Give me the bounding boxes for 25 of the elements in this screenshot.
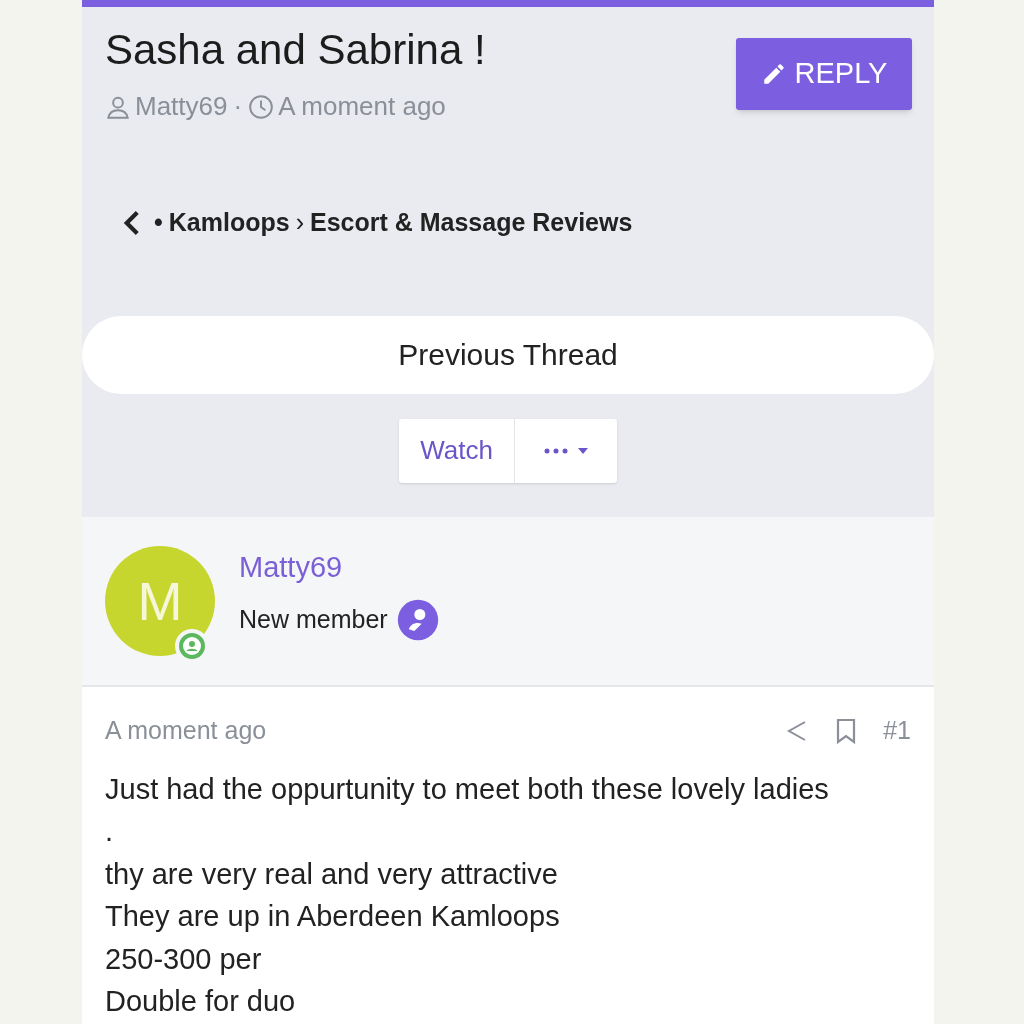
post-text-line: 250-300 per [105, 941, 263, 977]
post-time: A moment ago [278, 90, 446, 123]
previous-thread-button[interactable]: Previous Thread [82, 315, 934, 394]
reply-button[interactable]: REPLY [736, 38, 912, 110]
clock-icon [248, 93, 275, 120]
caret-icon [578, 447, 588, 454]
post-text-line: . [105, 814, 115, 849]
post-number-link[interactable]: #1 [883, 712, 911, 750]
separator-dot: · [233, 90, 243, 123]
more-icon [544, 447, 568, 454]
post-text-line: Just had the oppurtunity to meet both these lovely ladies [105, 771, 830, 807]
breadcrumb-link[interactable]: Escort & Massage Reviews [309, 204, 633, 242]
username-link[interactable]: Matty69 [239, 546, 440, 590]
post-text-line: thy are very real and very attractive [105, 856, 559, 892]
post-text-line: Double for duo [105, 984, 297, 1019]
breadcrumb-link[interactable]: Kamloops [168, 204, 290, 242]
bullet: • [154, 207, 163, 238]
badge-icon [395, 597, 440, 642]
post-text-line: They are up in Aberdeen Kamloops [105, 899, 561, 934]
user-role: New member [239, 604, 388, 635]
post-time: A moment ago [105, 715, 267, 746]
breadcrumb-separator: › [295, 207, 304, 238]
author-link[interactable]: Matty69 [135, 87, 228, 126]
thread-title: Sasha and Sabrina ! [105, 29, 486, 71]
bookmark-icon[interactable] [835, 717, 858, 744]
